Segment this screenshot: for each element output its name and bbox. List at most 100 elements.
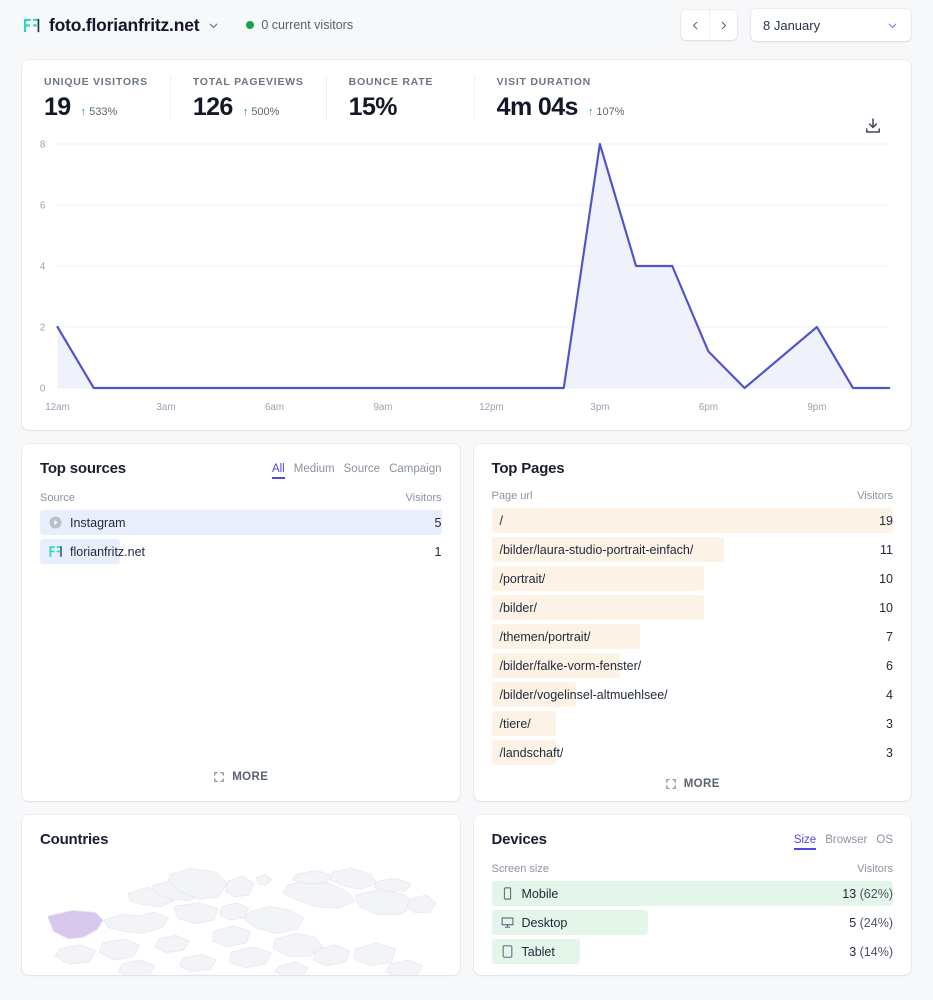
- top-sources-more-button[interactable]: MORE: [40, 760, 442, 789]
- top-sources-column: Top sources All Medium Source Campaign S…: [22, 444, 460, 801]
- page-row[interactable]: /19: [492, 506, 894, 535]
- tablet-icon: [500, 944, 515, 959]
- stat-value: 126: [193, 95, 233, 120]
- stat-label: BOUNCE RATE: [349, 76, 452, 88]
- bar-fill: [492, 508, 894, 533]
- row-name: /portrait/: [500, 572, 546, 586]
- date-nav-group: [681, 10, 737, 40]
- row-value: 1: [425, 545, 442, 559]
- stat-change-value: 500%: [251, 106, 279, 118]
- stat-change-value: 533%: [89, 106, 117, 118]
- stat-bounce-rate[interactable]: BOUNCE RATE 15%: [327, 76, 475, 120]
- page-row[interactable]: /tiere/3: [492, 709, 894, 738]
- row-label: Desktop: [492, 915, 568, 930]
- stat-label: UNIQUE VISITORS: [44, 76, 148, 88]
- chevron-left-icon: [690, 20, 701, 31]
- top-sources-header: Top sources All Medium Source Campaign: [40, 460, 442, 479]
- svg-text:3am: 3am: [156, 402, 175, 413]
- visitors-chart: 02468 12am3am6am9am12pm3pm6pm9pm: [22, 130, 911, 430]
- page-row[interactable]: /bilder/vogelinsel-altmuehlsee/4: [492, 680, 894, 709]
- download-icon[interactable]: [863, 116, 883, 136]
- row-value: 11: [870, 543, 893, 557]
- row-name: /bilder/laura-studio-portrait-einfach/: [500, 543, 694, 557]
- page-row[interactable]: /bilder/laura-studio-portrait-einfach/11: [492, 535, 894, 564]
- panel-title: Devices: [492, 831, 547, 848]
- top-pages-more-button[interactable]: MORE: [492, 767, 894, 796]
- page-row[interactable]: /landschaft/3: [492, 738, 894, 767]
- row-label: Mobile: [492, 886, 559, 901]
- svg-text:12am: 12am: [45, 402, 69, 413]
- chart-canvas[interactable]: 02468 12am3am6am9am12pm3pm6pm9pm: [36, 130, 897, 420]
- date-range-label: 8 January: [763, 18, 886, 33]
- more-label: MORE: [232, 771, 268, 783]
- col-header-screen-size: Screen size: [492, 863, 549, 875]
- arrow-up-icon: ↑: [243, 106, 249, 118]
- world-map[interactable]: [40, 854, 442, 975]
- col-header-source: Source: [40, 492, 75, 504]
- prev-period-button[interactable]: [681, 10, 709, 40]
- row-name: florianfritz.net: [70, 545, 145, 559]
- page-row[interactable]: /bilder/falke-vorm-fenster/6: [492, 651, 894, 680]
- tab-campaign[interactable]: Campaign: [389, 463, 441, 479]
- row-label: /bilder/vogelinsel-altmuehlsee/: [492, 688, 668, 702]
- tab-all[interactable]: All: [272, 463, 285, 479]
- current-visitors: 0 current visitors: [246, 18, 353, 32]
- top-pages-rows: /19/bilder/laura-studio-portrait-einfach…: [492, 506, 894, 767]
- svg-text:6pm: 6pm: [699, 402, 718, 413]
- next-period-button[interactable]: [709, 10, 737, 40]
- row-name: /landschaft/: [500, 746, 564, 760]
- stat-total-pageviews[interactable]: TOTAL PAGEVIEWS 126 ↑ 500%: [171, 76, 327, 120]
- page-row[interactable]: /themen/portrait/7: [492, 622, 894, 651]
- col-header-visitors: Visitors: [857, 490, 893, 502]
- row-percent: (14%): [856, 945, 893, 959]
- chevron-down-icon[interactable]: [207, 19, 220, 32]
- row-name: Instagram: [70, 516, 126, 530]
- svg-text:6am: 6am: [265, 402, 284, 413]
- tab-source[interactable]: Source: [344, 463, 380, 479]
- stat-value: 15%: [349, 95, 397, 120]
- tab-os[interactable]: OS: [876, 834, 893, 850]
- device-row[interactable]: Tablet3 (14%): [492, 937, 894, 966]
- tab-size[interactable]: Size: [794, 834, 816, 850]
- countries-header: Countries: [40, 831, 442, 848]
- site-switcher[interactable]: foto.florianfritz.net: [22, 15, 220, 36]
- top-sources-rows: Instagram5 florianfritz.net 1: [40, 508, 442, 566]
- chart-x-axis-labels: 12am3am6am9am12pm3pm6pm9pm: [45, 402, 826, 413]
- stat-visit-duration[interactable]: VISIT DURATION 4m 04s ↑ 107%: [475, 76, 647, 120]
- date-range-picker[interactable]: 8 January: [751, 9, 911, 41]
- page-row[interactable]: /portrait/10: [492, 564, 894, 593]
- panel-title: Top sources: [40, 460, 126, 477]
- tab-browser[interactable]: Browser: [825, 834, 867, 850]
- row-name: /bilder/: [500, 601, 538, 615]
- row-label: /bilder/: [492, 601, 538, 615]
- arrow-up-icon: ↑: [588, 106, 594, 118]
- main-graph-card: UNIQUE VISITORS 19 ↑ 533% TOTAL PAGEVIEW…: [22, 60, 911, 430]
- device-row[interactable]: Desktop5 (24%): [492, 908, 894, 937]
- source-row[interactable]: Instagram5: [40, 508, 442, 537]
- devices-column-heads: Screen size Visitors: [492, 863, 894, 875]
- device-row[interactable]: Mobile13 (62%): [492, 879, 894, 908]
- tab-medium[interactable]: Medium: [294, 463, 335, 479]
- mobile-icon: [500, 886, 515, 901]
- row-name: /: [500, 514, 503, 528]
- stat-change-value: 107%: [596, 106, 624, 118]
- expand-icon: [213, 771, 225, 783]
- chevron-down-icon: [886, 19, 899, 32]
- svg-text:4: 4: [40, 261, 46, 272]
- row-value: 3 (14%): [839, 945, 893, 959]
- top-sources-column-heads: Source Visitors: [40, 492, 442, 504]
- devices-tabs: Size Browser OS: [794, 831, 893, 850]
- svg-text:8: 8: [40, 139, 46, 150]
- row-value: 10: [869, 601, 893, 615]
- svg-text:9am: 9am: [373, 402, 392, 413]
- svg-text:12pm: 12pm: [479, 402, 503, 413]
- devices-column: Devices Size Browser OS Screen size Visi…: [474, 815, 912, 975]
- stats-strip: UNIQUE VISITORS 19 ↑ 533% TOTAL PAGEVIEW…: [22, 60, 911, 130]
- source-row[interactable]: florianfritz.net 1: [40, 537, 442, 566]
- row-label: /portrait/: [492, 572, 546, 586]
- row-value: 6: [876, 659, 893, 673]
- stat-unique-visitors[interactable]: UNIQUE VISITORS 19 ↑ 533%: [22, 76, 171, 120]
- chart-y-axis-labels: 02468: [40, 139, 46, 394]
- page-row[interactable]: /bilder/10: [492, 593, 894, 622]
- row-label: /landschaft/: [492, 746, 564, 760]
